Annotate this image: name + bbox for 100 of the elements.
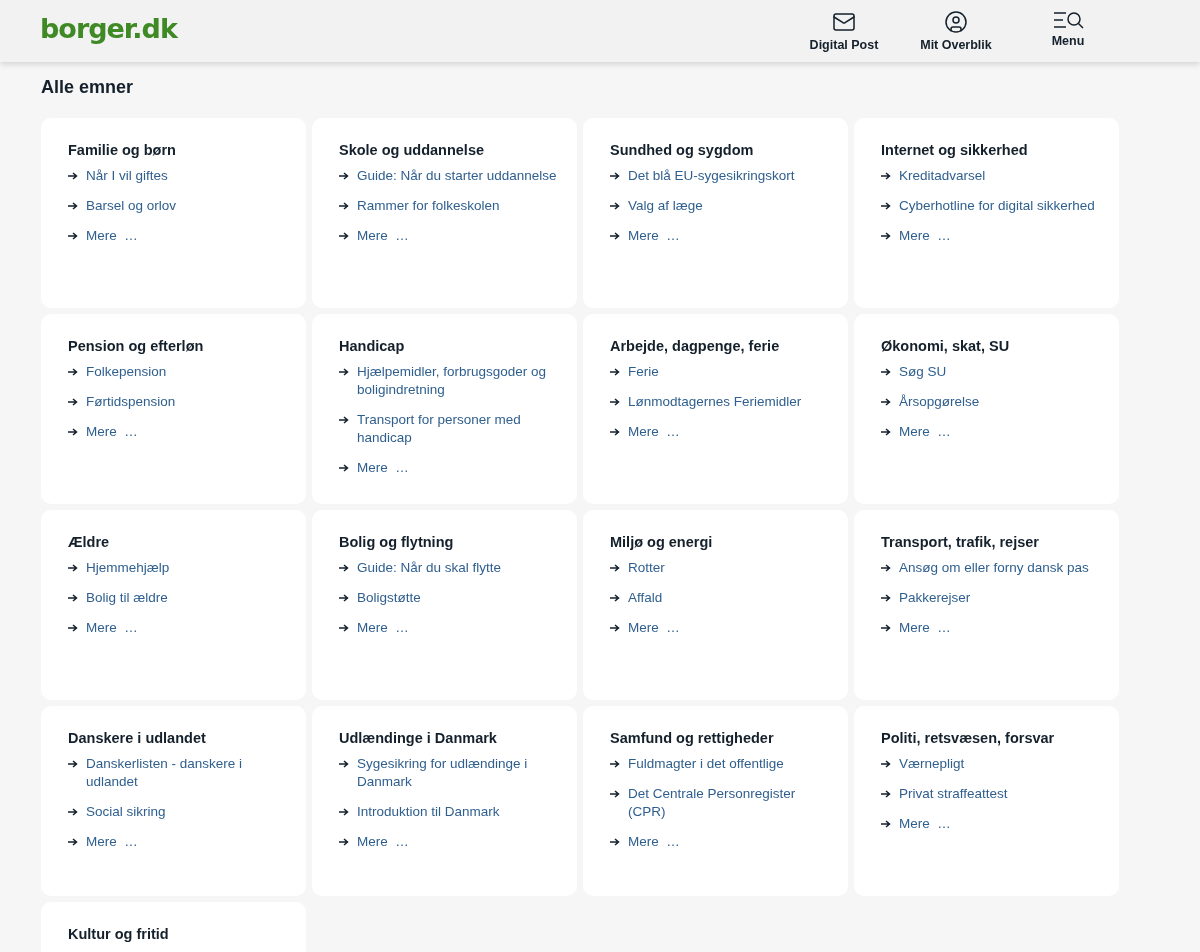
topic-link[interactable]: Social sikring [86,803,166,821]
topic-link[interactable]: Mere … [86,227,138,245]
topic-title: Udlændinge i Danmark [339,730,498,746]
topic-link[interactable]: Mere … [899,227,951,245]
arrow-right-icon [881,398,891,406]
topic-link[interactable]: Folkepension [86,363,167,381]
topic-link[interactable]: Mere … [357,619,409,637]
topic-link[interactable]: Guide: Når du starter uddannelse [357,167,557,185]
topic-link[interactable]: Når I vil giftes [86,167,168,185]
topic-link[interactable]: Det blå EU-sygesikringskort [628,167,795,185]
topic-link[interactable]: Fuldmagter i det offentlige [628,755,784,773]
topic-link[interactable]: Introduktion til Danmark [357,803,500,821]
arrow-right-icon [610,624,620,632]
topic-link[interactable]: Hjemmehjælp [86,559,170,577]
topic-link[interactable]: Mere … [899,619,951,637]
nav-label: Digital Post [809,38,879,52]
arrow-right-icon [881,564,891,572]
menu-search-icon [1052,10,1084,30]
mail-icon [832,10,856,34]
topic-title: Samfund og rettigheder [610,730,775,746]
arrow-right-icon [68,594,78,602]
arrow-right-icon [339,564,349,572]
arrow-right-icon [610,172,620,180]
topic-link[interactable]: Lønmodtagernes Feriemidler [628,393,802,411]
topic-link[interactable]: Mere … [357,833,409,851]
topic-link[interactable]: Pakkerejser [899,589,971,607]
topic-link[interactable]: Bolig til ældre [86,589,168,607]
topic-link[interactable]: Værnepligt [899,755,965,773]
arrow-right-icon [339,368,349,376]
topic-link[interactable]: Ferie [628,363,659,381]
arrow-right-icon [68,368,78,376]
topic-link[interactable]: Mere … [628,423,680,441]
topic-link[interactable]: Rotter [628,559,665,577]
topic-link[interactable]: Mere … [357,227,409,245]
arrow-right-icon [339,172,349,180]
topic-link[interactable]: Transport for personer med handicap [357,411,557,447]
logo[interactable]: borger.dk [40,12,177,44]
topic-title: Miljø og energi [610,534,714,550]
topic-link[interactable]: Mere … [899,815,951,833]
topic-title: Familie og børn [68,142,177,158]
nav-label: Mit Overblik [920,38,992,52]
topic-title: Danskere i udlandet [68,730,207,746]
topic-link[interactable]: Danskerlisten - danskere i udlandet [86,755,286,791]
topic-title: Transport, trafik, rejser [881,534,1040,550]
topic-title: Ældre [68,534,111,550]
topic-link[interactable]: Ansøg om eller forny dansk pas [899,559,1089,577]
arrow-right-icon [339,416,349,424]
arrow-right-icon [881,232,891,240]
topic-link[interactable]: Sygesikring for udlændinge i Danmark [357,755,557,791]
topic-link[interactable]: Affald [628,589,663,607]
topic-link[interactable]: Guide: Når du skal flytte [357,559,502,577]
arrow-right-icon [68,428,78,436]
arrow-right-icon [339,838,349,846]
topic-link[interactable]: Kreditadvarsel [899,167,986,185]
arrow-right-icon [68,564,78,572]
arrow-right-icon [610,202,620,210]
topic-link[interactable]: Mere … [86,833,138,851]
topic-link[interactable]: Mere … [628,619,680,637]
arrow-right-icon [68,760,78,768]
topic-link[interactable]: Mere … [628,833,680,851]
arrow-right-icon [610,594,620,602]
topic-link[interactable]: Rammer for folkeskolen [357,197,500,215]
nav-button[interactable]: Digital Post [788,10,900,52]
topic-link[interactable]: Mere … [899,423,951,441]
topic-link[interactable]: Mere … [86,619,138,637]
topic-link[interactable]: Søg SU [899,363,947,381]
arrow-right-icon [610,564,620,572]
arrow-right-icon [339,760,349,768]
arrow-right-icon [881,202,891,210]
topic-link[interactable]: Mere … [357,459,409,477]
arrow-right-icon [610,368,620,376]
page-title: Alle emner [41,77,135,98]
arrow-right-icon [339,594,349,602]
arrow-right-icon [610,790,620,798]
topic-link[interactable]: Boligstøtte [357,589,421,607]
topic-link[interactable]: Mere … [628,227,680,245]
arrow-right-icon [339,232,349,240]
topic-link[interactable]: Førtidspension [86,393,176,411]
arrow-right-icon [881,624,891,632]
arrow-right-icon [339,808,349,816]
topic-title: Arbejde, dagpenge, ferie [610,338,781,354]
topic-title: Pension og efterløn [68,338,205,354]
topic-link[interactable]: Cyberhotline for digital sikkerhed [899,197,1095,215]
topic-link[interactable]: Det Centrale Personregister (CPR) [628,785,828,821]
arrow-right-icon [610,232,620,240]
nav-button[interactable]: Menu [1012,10,1124,52]
topic-link[interactable]: Årsopgørelse [899,393,980,411]
topic-title: Skole og uddannelse [339,142,486,158]
topic-link[interactable]: Valg af læge [628,197,703,215]
arrow-right-icon [610,760,620,768]
nav-button[interactable]: Mit Overblik [900,10,1012,52]
topic-link[interactable]: Barsel og orlov [86,197,177,215]
topic-link[interactable]: Privat straffeattest [899,785,1008,803]
topic-link[interactable]: Hjælpemidler, forbrugsgoder og boligindretning [357,363,557,399]
arrow-right-icon [68,838,78,846]
topic-link[interactable]: Mere … [86,423,138,441]
arrow-right-icon [68,398,78,406]
arrow-right-icon [881,760,891,768]
arrow-right-icon [881,368,891,376]
arrow-right-icon [68,624,78,632]
